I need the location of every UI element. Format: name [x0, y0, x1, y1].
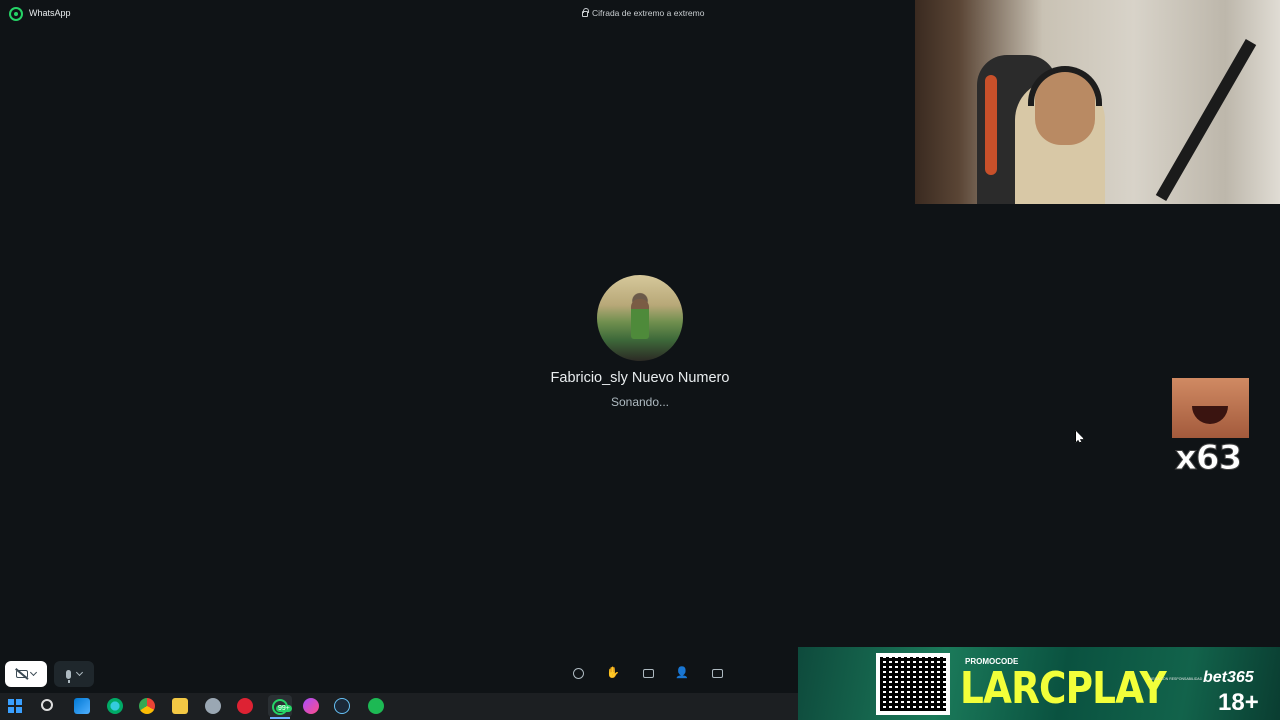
chat-icon [711, 668, 723, 678]
emoji-button[interactable] [571, 666, 585, 680]
app-icon[interactable] [237, 698, 253, 714]
contact-avatar [597, 275, 683, 361]
streamer-webcam-overlay [915, 0, 1280, 204]
app-title: WhatsApp [29, 8, 71, 18]
active-indicator [270, 717, 290, 719]
camera-off-icon [16, 670, 28, 678]
emoji-icon [572, 667, 584, 679]
microphone-icon [66, 669, 71, 683]
search-icon[interactable] [41, 699, 53, 711]
video-toggle-button[interactable] [5, 661, 47, 687]
chat-button[interactable] [710, 666, 724, 680]
call-controls: ✋ 👤 [0, 657, 800, 690]
contact-name: Fabricio_sly Nuevo Numero [550, 370, 730, 386]
encryption-label: Cifrada de extremo a extremo [592, 8, 705, 18]
steam-icon[interactable] [334, 698, 350, 714]
raise-hand-button[interactable]: ✋ [606, 666, 620, 680]
spotify-icon[interactable] [368, 698, 384, 714]
notification-badge: 99+ [276, 705, 292, 712]
emote-image [1172, 378, 1249, 438]
app-icon[interactable] [205, 698, 221, 714]
age-rating: 18+ [1218, 689, 1259, 716]
lock-icon [582, 8, 589, 17]
store-icon[interactable] [74, 698, 90, 714]
chevron-down-icon [29, 668, 38, 677]
mic-toggle-button[interactable] [54, 661, 94, 687]
encryption-notice: Cifrada de extremo a extremo [582, 8, 704, 18]
promo-banner: PROMOCODE LARCPLAY JUEGA CON RESPONSABIL… [798, 647, 1280, 720]
qr-code [876, 653, 950, 715]
messenger-icon[interactable] [303, 698, 319, 714]
disclaimer: JUEGA CON RESPONSABILIDAD [1148, 677, 1203, 681]
hand-icon: ✋ [606, 666, 620, 679]
whatsapp-logo-icon [9, 7, 23, 21]
file-explorer-icon[interactable] [172, 698, 188, 714]
chevron-down-icon [75, 668, 84, 677]
add-user-icon: 👤 [675, 666, 689, 679]
add-participant-button[interactable]: 👤 [675, 666, 689, 680]
chrome-icon[interactable] [139, 698, 155, 714]
mic-arm [1155, 39, 1257, 201]
brand-logo: bet365 [1203, 669, 1254, 686]
windows-start-icon[interactable] [8, 699, 22, 713]
taskbar: 99+ [0, 693, 798, 720]
share-screen-button[interactable] [641, 666, 655, 680]
screen-share-icon [642, 668, 654, 678]
promo-code: LARCPLAY [960, 663, 1167, 714]
edge-icon[interactable] [107, 698, 123, 714]
call-status: Sonando... [610, 395, 670, 409]
emote-count: x63 [1174, 438, 1242, 479]
